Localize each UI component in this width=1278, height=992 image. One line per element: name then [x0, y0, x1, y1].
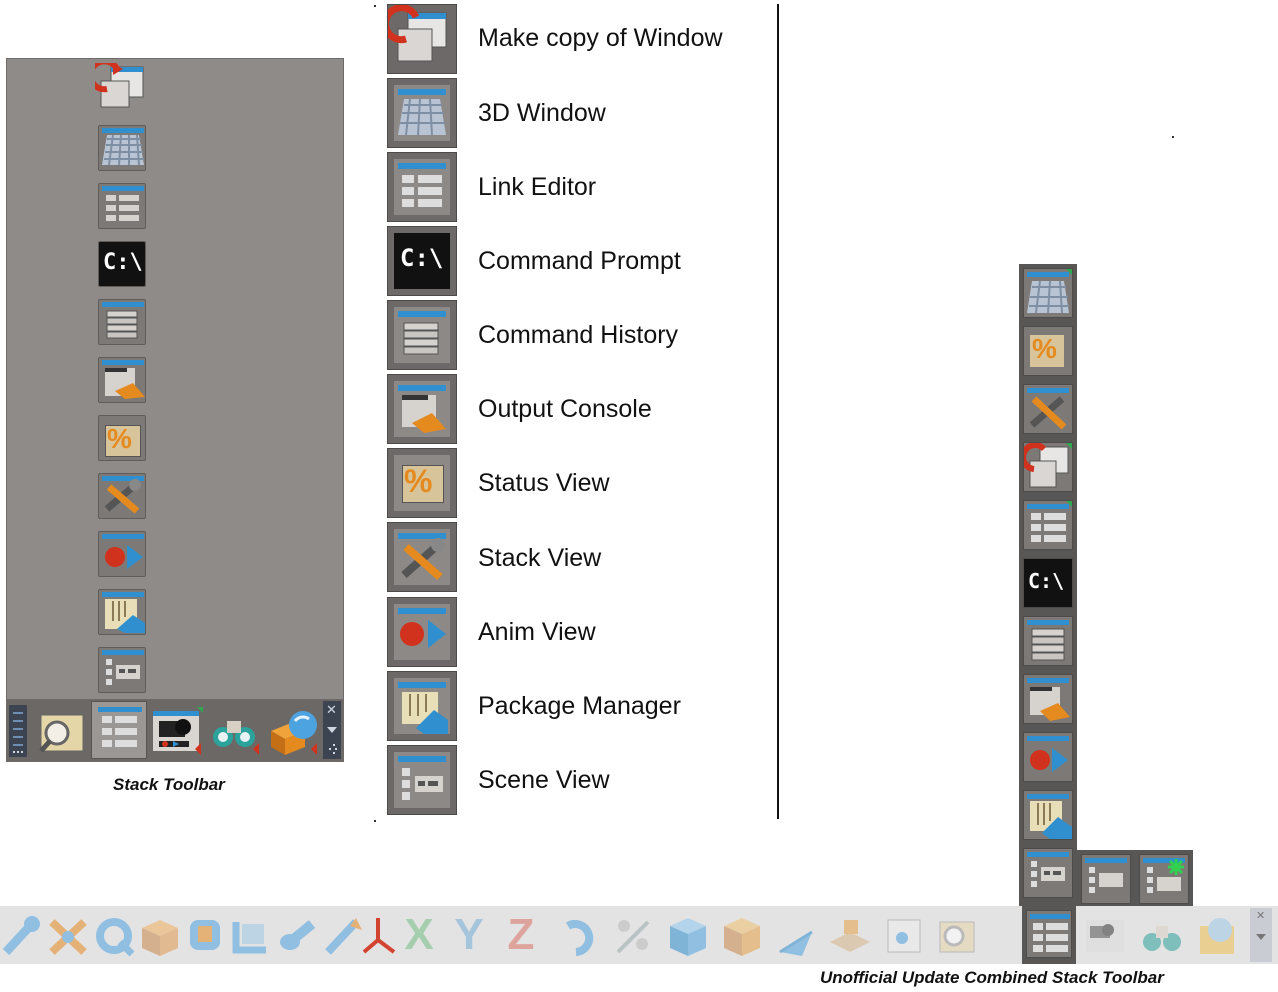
combined-toolbar-caption: Unofficial Update Combined Stack Toolbar	[820, 968, 1164, 987]
status-view-icon[interactable]: %	[95, 415, 149, 461]
legend-label: Output Console	[478, 395, 652, 423]
legend-3d-window-icon	[387, 78, 457, 148]
status-view-glyph: %	[1032, 333, 1057, 364]
stack-toolbar-bottom-bar: ✕	[7, 699, 343, 761]
scene-view-icon[interactable]	[1023, 848, 1073, 898]
chevron-down-icon[interactable]	[1250, 908, 1272, 962]
legend-command-history-icon	[387, 300, 457, 370]
command-prompt-glyph: C:\	[1028, 569, 1065, 593]
output-console-icon[interactable]	[95, 357, 149, 403]
package-manager-icon[interactable]	[1023, 790, 1073, 840]
legend-package-manager-icon	[387, 671, 457, 741]
3d-window-icon[interactable]	[95, 125, 149, 171]
link-editor-button[interactable]	[91, 701, 147, 759]
tube-icon[interactable]	[182, 912, 228, 958]
cross-icon[interactable]	[44, 912, 90, 958]
legend-label: Package Manager	[478, 692, 681, 720]
camera-icon[interactable]	[1082, 912, 1128, 958]
status-view-icon[interactable]: %	[1023, 326, 1073, 376]
command-prompt-icon[interactable]: C:\	[95, 241, 149, 287]
box-icon[interactable]	[136, 912, 182, 958]
move-icon[interactable]	[0, 912, 46, 958]
status-view-glyph: %	[107, 423, 132, 454]
y-axis-icon[interactable]: Y	[446, 912, 492, 958]
scene-view-icon[interactable]	[95, 647, 149, 693]
link-editor-icon[interactable]	[95, 183, 149, 229]
legend-label: Link Editor	[478, 173, 597, 201]
link-editor-button[interactable]	[1022, 906, 1076, 964]
undo-icon[interactable]	[556, 912, 602, 958]
cube-orange-icon[interactable]	[718, 912, 764, 958]
legend-label: Stack View	[478, 544, 602, 572]
binoculars-icon[interactable]	[207, 703, 263, 757]
command-history-icon[interactable]	[95, 299, 149, 345]
picture-icon[interactable]	[880, 912, 926, 958]
rotate-icon[interactable]	[90, 912, 136, 958]
legend-label: Command History	[478, 321, 679, 349]
status-view-glyph: %	[404, 463, 433, 499]
stack-toolbar-panel: C:\ % ✕	[6, 58, 344, 762]
chevron-down-icon[interactable]	[323, 701, 341, 759]
grid-plane-icon[interactable]	[826, 912, 872, 958]
list-icon[interactable]	[9, 705, 27, 757]
legend-label: Scene View	[478, 766, 610, 794]
legend-scene-view-icon	[387, 745, 457, 815]
folder-magnifier-icon[interactable]	[934, 912, 980, 958]
binoculars-icon[interactable]	[1138, 912, 1184, 958]
legend-output-console-icon	[387, 374, 457, 444]
combined-toolbar-row: X Y Z ✕	[0, 906, 1278, 964]
legend-label: Anim View	[478, 618, 596, 646]
legend-anim-view-icon	[387, 597, 457, 667]
3d-window-icon[interactable]	[1023, 268, 1073, 318]
shapes-icon[interactable]	[265, 703, 321, 757]
camera-icon[interactable]	[149, 703, 205, 757]
command-history-icon[interactable]	[1023, 616, 1073, 666]
legend-label: Command Prompt	[478, 247, 681, 275]
toolbar-controls: ✕	[1250, 908, 1272, 962]
legend-command-prompt-icon: C:\	[387, 226, 457, 296]
stack-view-icon[interactable]	[95, 473, 149, 519]
legend-status-view-icon: %	[387, 448, 457, 518]
copy-window-icon[interactable]	[1020, 442, 1073, 492]
cone-icon[interactable]	[772, 912, 818, 958]
legend-copy-window-icon	[381, 4, 457, 74]
package-manager-icon[interactable]	[95, 589, 149, 635]
toolbar-controls: ✕	[323, 701, 341, 759]
link-editor-icon[interactable]	[1023, 500, 1073, 550]
stack-view-icon[interactable]	[1023, 384, 1073, 434]
new-scene-view-icon[interactable]	[1139, 854, 1189, 904]
panel-icon[interactable]	[228, 912, 274, 958]
x-axis-icon[interactable]: X	[396, 912, 442, 958]
legend-label: 3D Window	[478, 99, 606, 127]
scene-view-icon[interactable]	[1081, 854, 1131, 904]
stack-toolbar-caption: Stack Toolbar	[113, 775, 225, 794]
folder-magnifier-icon[interactable]	[33, 703, 89, 757]
globe-folder-icon[interactable]	[1194, 912, 1240, 958]
legend-link-editor-icon	[387, 152, 457, 222]
command-prompt-glyph: C:\	[103, 250, 143, 275]
snap-icon[interactable]	[610, 912, 656, 958]
combined-stack-column: % C:\	[1019, 264, 1077, 906]
legend-stack-view-icon	[387, 522, 457, 592]
cylinder-icon[interactable]	[274, 912, 320, 958]
combined-stack-row	[1077, 850, 1193, 906]
copy-window-icon[interactable]	[87, 58, 149, 109]
divider	[777, 4, 779, 819]
command-prompt-icon[interactable]: C:\	[1023, 558, 1073, 608]
command-prompt-glyph: C:\	[400, 244, 444, 272]
cube-blue-icon[interactable]	[664, 912, 710, 958]
output-console-icon[interactable]	[1023, 674, 1073, 724]
legend-label: Status View	[478, 469, 610, 497]
anim-view-icon[interactable]	[1023, 732, 1073, 782]
z-axis-icon[interactable]: Z	[498, 912, 544, 958]
legend-label: Make copy of Window	[478, 24, 723, 52]
anim-view-icon[interactable]	[95, 531, 149, 577]
